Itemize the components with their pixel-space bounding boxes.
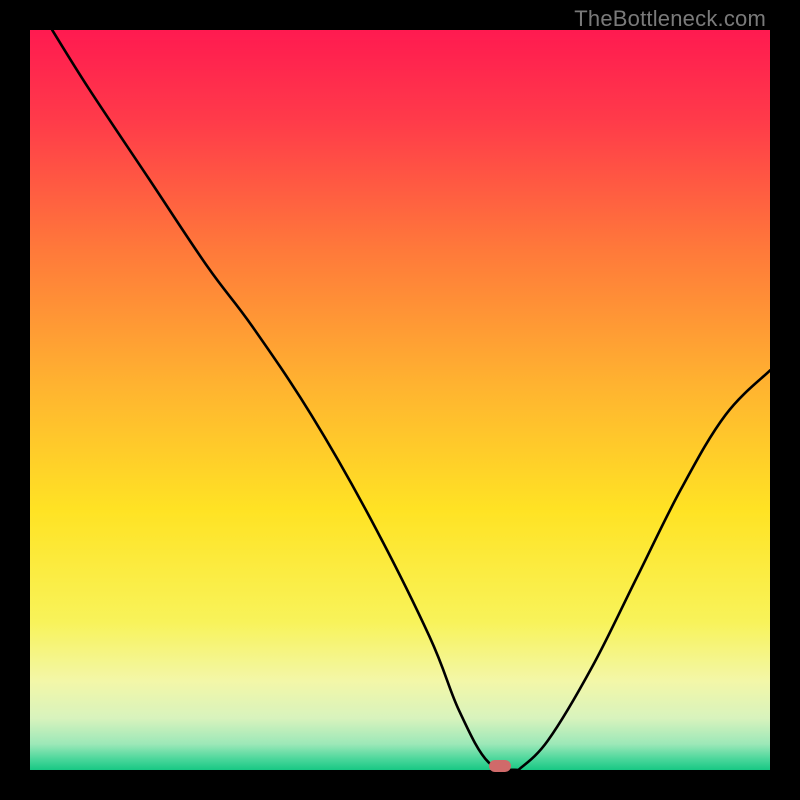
attribution-label: TheBottleneck.com <box>574 6 766 32</box>
plot-area <box>30 30 770 770</box>
bottleneck-curve <box>30 30 770 770</box>
chart-frame: TheBottleneck.com <box>0 0 800 800</box>
